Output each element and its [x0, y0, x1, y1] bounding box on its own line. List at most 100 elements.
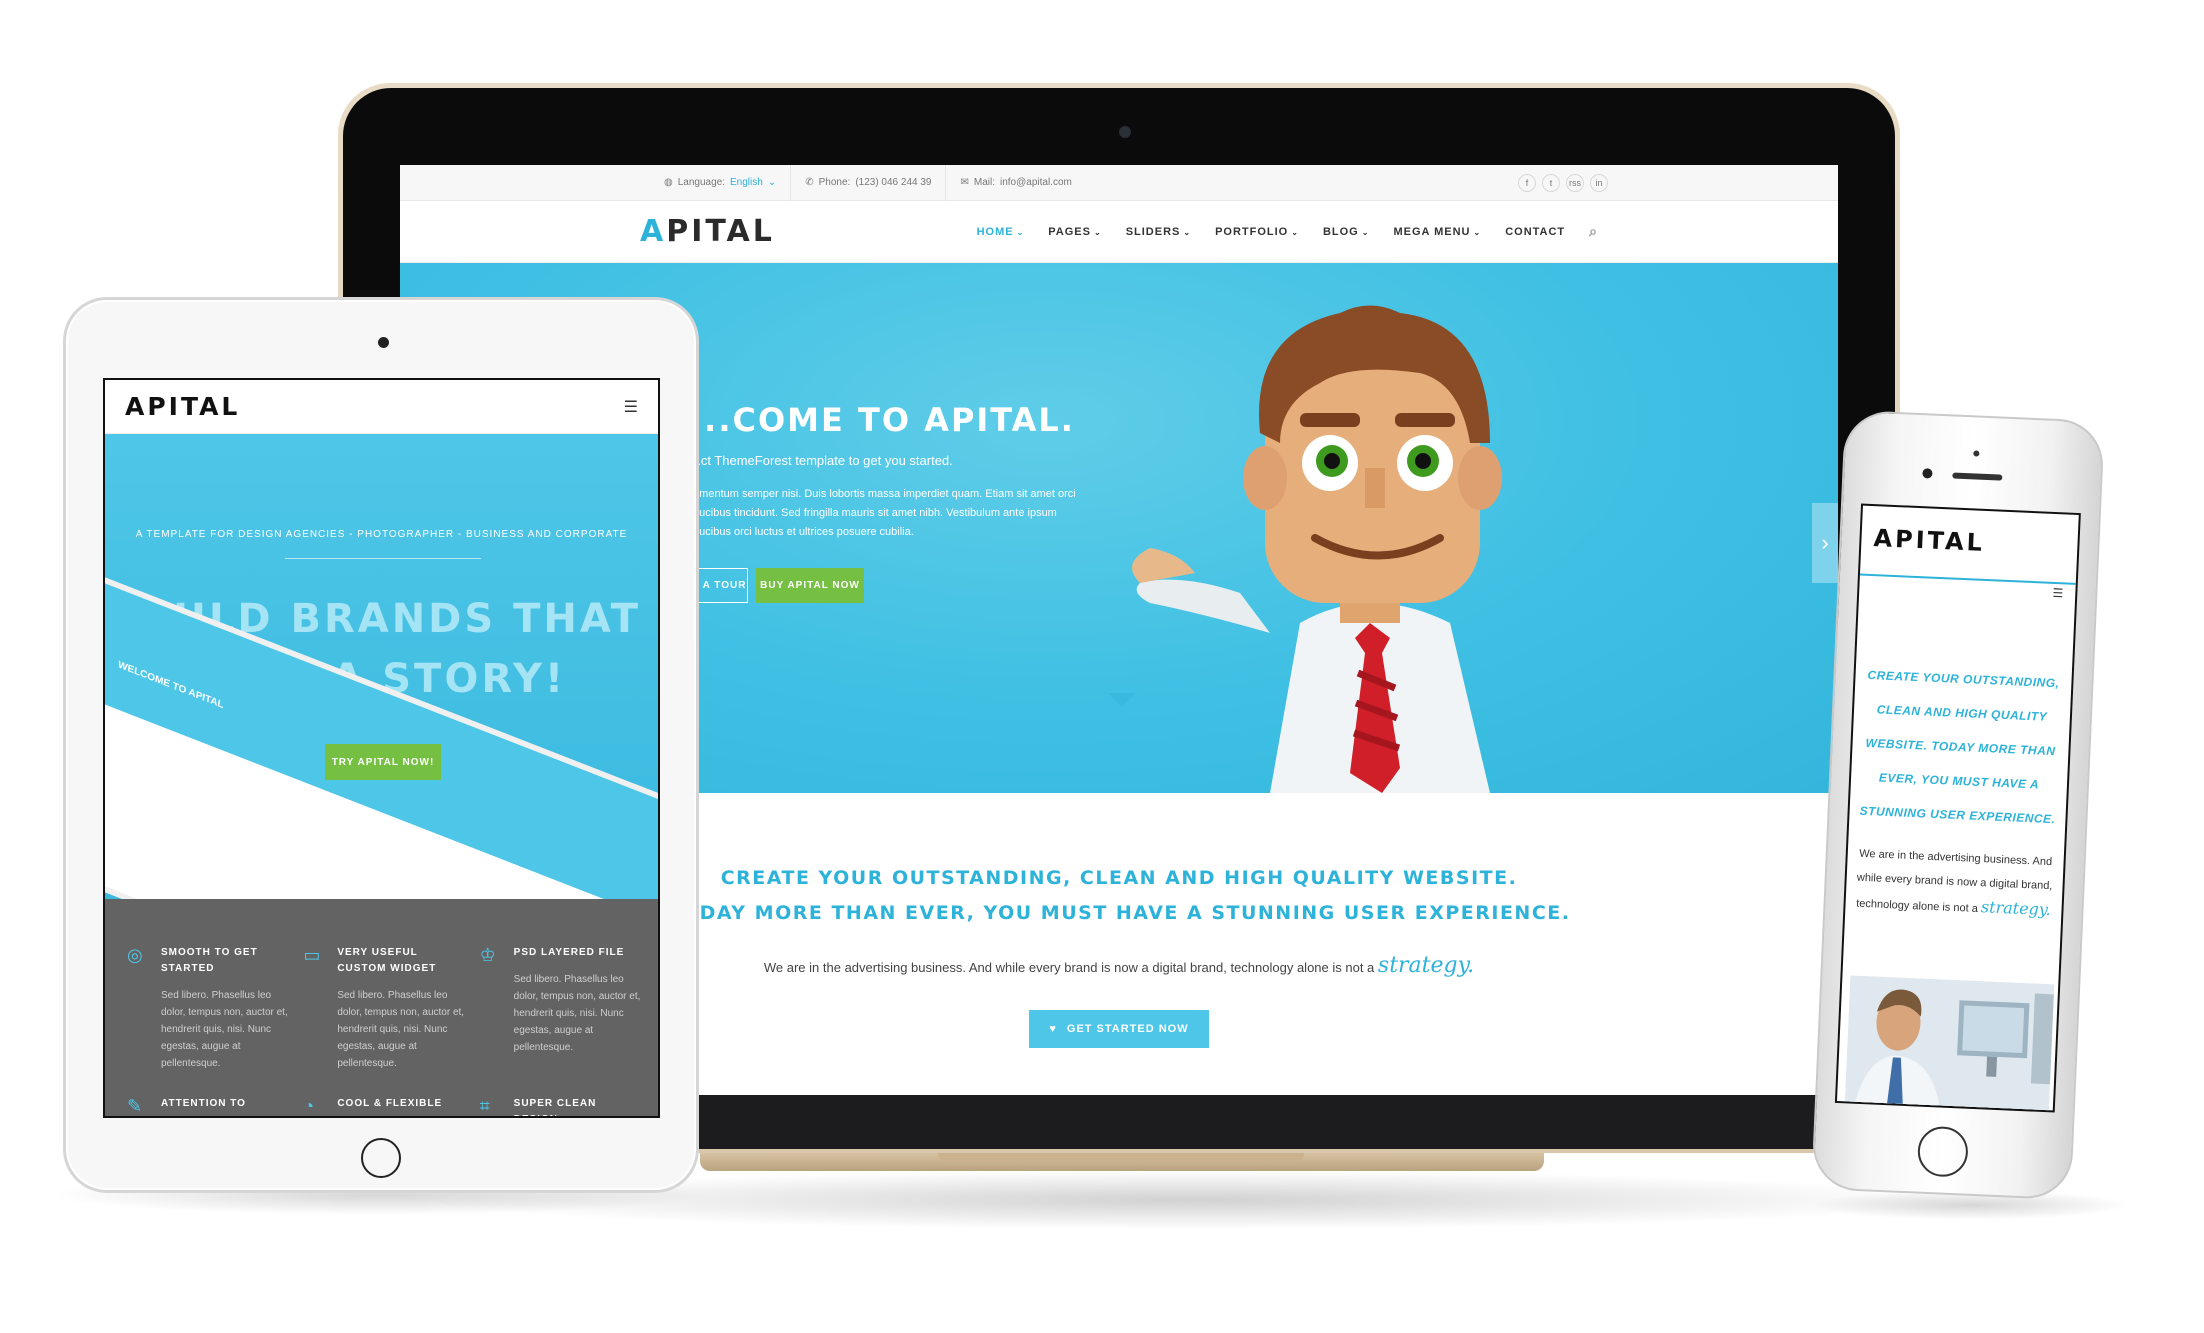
phone-logo[interactable]: APITAL	[1873, 524, 1986, 557]
phone-screen: APITAL ☰ CREATE YOUR OUTSTANDING, CLEAN …	[1834, 503, 2081, 1113]
widget-icon: ▭	[303, 945, 321, 965]
chevron-down-icon: ⌄	[1291, 227, 1299, 237]
menu-item-pages[interactable]: PAGES ⌄	[1048, 226, 1101, 238]
feature-title: PSD LAYERED FILE	[513, 947, 625, 958]
globe-icon: ◍	[664, 177, 673, 188]
hamburger-menu-icon[interactable]: ☰	[2052, 586, 2063, 600]
phone-paragraph: We are in the advertising business. And …	[1845, 841, 2064, 924]
language-selector[interactable]: ◍ Language: English ⌄	[650, 165, 792, 201]
feature-title: COOL & FLEXIBLE	[337, 1098, 443, 1109]
hero-subtitle: ...ct ThemeForest template to get you st…	[690, 453, 953, 468]
top-info-bar: ◍ Language: English ⌄ ✆ Phone: (123) 046…	[400, 165, 1838, 201]
intro-script-word: strategy.	[1377, 953, 1475, 978]
phone-icon: ✆	[805, 177, 814, 188]
tablet-screen: APITAL ☰ A TEMPLATE FOR DESIGN AGENCIES …	[103, 378, 660, 1118]
feature-title: SMOOTH TO GET STARTED	[161, 947, 258, 974]
facebook-icon[interactable]: f	[1518, 173, 1536, 192]
phone-heading: CREATE YOUR OUTSTANDING, CLEAN AND HIGH …	[1859, 667, 2060, 827]
menu-label: HOME	[976, 225, 1014, 238]
menu-label: BLOG	[1322, 225, 1359, 238]
tablet-logo[interactable]: APITAL	[125, 392, 240, 421]
intro-paragraph-text: We are in the advertising business. And …	[763, 960, 1375, 975]
menu-item-contact[interactable]: CONTACT	[1505, 226, 1565, 238]
get-started-label: GET STARTED NOW	[1066, 1023, 1189, 1035]
tablet-navbar: APITAL ☰	[105, 380, 658, 434]
laptop-base-notch	[938, 1153, 1304, 1162]
feature-item: ▭ VERY USEFUL CUSTOM WIDGET Sed libero. P…	[303, 945, 465, 1072]
device-mockup-stage: ◍ Language: English ⌄ ✆ Phone: (123) 046…	[0, 0, 2204, 1333]
design-icon: ⌗	[479, 1096, 490, 1116]
feature-body: SUPER CLEAN DESIGN	[514, 1096, 642, 1116]
feature-body: SMOOTH TO GET STARTED Sed libero. Phasell…	[161, 945, 289, 1072]
menu-label: SLIDERS	[1125, 225, 1181, 238]
menu-item-sliders[interactable]: SLIDERS ⌄	[1126, 226, 1191, 238]
site-logo[interactable]: APITAL	[640, 214, 775, 249]
tablet-tagline: A TEMPLATE FOR DESIGN AGENCIES - PHOTOGR…	[135, 529, 628, 540]
menu-label: MEGA MENU	[1393, 225, 1471, 238]
tablet-device: APITAL ☰ A TEMPLATE FOR DESIGN AGENCIES …	[63, 297, 699, 1193]
search-icon[interactable]: ⌕	[1589, 223, 1598, 240]
menu-label: PORTFOLIO	[1215, 225, 1289, 238]
feature-title: VERY USEFUL CUSTOM WIDGET	[337, 947, 437, 974]
chevron-down-icon: ⌄	[1361, 227, 1370, 237]
hamburger-menu-icon[interactable]: ☰	[624, 397, 638, 417]
menu-label: CONTACT	[1505, 225, 1566, 238]
gauge-icon: ◔	[303, 1096, 315, 1116]
layers-icon: ♔	[479, 945, 496, 965]
logo-accent-letter: A	[640, 214, 667, 249]
feature-body: COOL & FLEXIBLE	[337, 1096, 443, 1116]
linkedin-icon[interactable]: in	[1590, 173, 1608, 192]
phone-value: (123) 046 244 39	[855, 177, 932, 188]
mail-label: Mail:	[973, 177, 995, 188]
tablet-features-grid: ◎ SMOOTH TO GET STARTED Sed libero. Phase…	[105, 899, 658, 1116]
chevron-down-icon: ⌄	[1183, 227, 1192, 237]
feature-body: PSD LAYERED FILE Sed libero. Phasellus le…	[514, 945, 642, 1072]
mail-link[interactable]: info@apital.com	[1000, 177, 1072, 188]
chevron-down-icon: ⌄	[767, 177, 777, 188]
feature-title: ATTENTION TO	[161, 1098, 246, 1109]
phone-navbar: APITAL	[1859, 505, 2079, 585]
feature-text: Sed libero. Phasellus leo dolor, tempus …	[161, 990, 288, 1069]
menu-item-mega-menu[interactable]: MEGA MENU ⌄	[1393, 226, 1481, 238]
pencil-icon: ✎	[127, 1096, 143, 1116]
phone-label: Phone:	[818, 177, 851, 188]
chevron-down-icon: ⌄	[1093, 227, 1102, 237]
menu-item-portfolio[interactable]: PORTFOLIO ⌄	[1215, 226, 1299, 238]
chevron-down-icon: ⌄	[1473, 227, 1482, 237]
social-links: f t rss in	[1518, 173, 1608, 192]
feature-body: VERY USEFUL CUSTOM WIDGET Sed libero. Pha…	[337, 945, 465, 1072]
tablet-divider	[285, 558, 481, 559]
cartoon-businessman-illustration	[1132, 305, 1502, 793]
feature-body: ATTENTION TO	[161, 1096, 246, 1116]
feature-item: ⌗ SUPER CLEAN DESIGN	[479, 1096, 642, 1116]
rss-icon[interactable]: rss	[1566, 173, 1584, 192]
logo-rest: PITAL	[666, 214, 775, 249]
feature-item: ✎ ATTENTION TO	[127, 1096, 289, 1116]
language-value: English	[730, 177, 763, 188]
tablet-hero: A TEMPLATE FOR DESIGN AGENCIES - PHOTOGR…	[105, 434, 658, 899]
feature-text: Sed libero. Phasellus leo dolor, tempus …	[337, 990, 465, 1069]
language-label: Language:	[677, 177, 726, 188]
target-icon: ◎	[127, 945, 143, 965]
slider-next-arrow-icon[interactable]: ›	[1812, 503, 1838, 583]
mail-info: ✉ Mail: info@apital.com	[946, 165, 1085, 201]
mail-icon: ✉	[960, 177, 969, 188]
hero-body-text: ...mentum semper nisi. Duis lobortis mas…	[690, 488, 1076, 538]
phone-info: ✆ Phone: (123) 046 244 39	[791, 165, 947, 201]
twitter-icon[interactable]: t	[1542, 173, 1560, 192]
try-apital-button[interactable]: TRY APITAL NOW!	[325, 744, 441, 780]
heart-icon: ♥	[1049, 1023, 1057, 1035]
menu-item-home[interactable]: HOME ⌄	[977, 226, 1025, 238]
get-started-button[interactable]: ♥ GET STARTED NOW	[1029, 1010, 1209, 1048]
menu-item-blog[interactable]: BLOG ⌄	[1323, 226, 1369, 238]
feature-item: ◔ COOL & FLEXIBLE	[303, 1096, 465, 1116]
phone-script-word: strategy.	[1980, 897, 2052, 920]
hero-pointer-notch	[1108, 693, 1136, 707]
buy-apital-button[interactable]: BUY APITAL NOW	[756, 568, 864, 603]
feature-item: ◎ SMOOTH TO GET STARTED Sed libero. Phase…	[127, 945, 289, 1072]
feature-item: ♔ PSD LAYERED FILE Sed libero. Phasellus …	[480, 945, 642, 1072]
phone-device: APITAL ☰ CREATE YOUR OUTSTANDING, CLEAN …	[1811, 409, 2105, 1201]
tablet-camera	[378, 337, 389, 348]
tablet-home-button[interactable]	[361, 1138, 401, 1178]
hero-title: ...COME TO APITAL.	[690, 401, 1075, 439]
